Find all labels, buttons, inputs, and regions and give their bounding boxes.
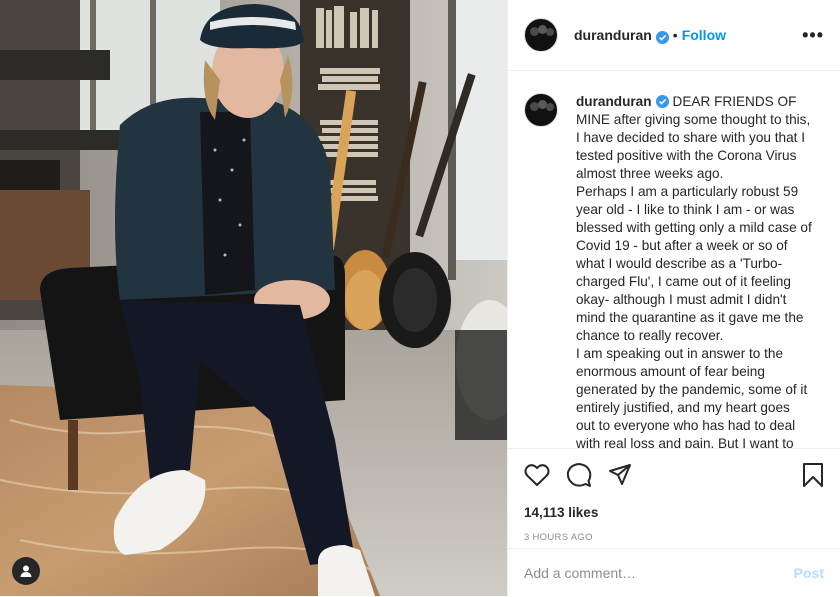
post-timestamp[interactable]: 3 HOURS AGO bbox=[524, 532, 824, 543]
user-tag-icon[interactable] bbox=[12, 557, 40, 585]
more-options-icon[interactable]: ••• bbox=[802, 25, 824, 46]
header-username[interactable]: duranduran bbox=[574, 27, 652, 43]
post-photo[interactable] bbox=[0, 0, 507, 596]
caption-paragraph-3: I am speaking out in answer to the enorm… bbox=[576, 346, 808, 448]
post-comment-button[interactable]: Post bbox=[794, 565, 824, 581]
post-header: duranduran • Follow ••• bbox=[508, 0, 840, 71]
bookmark-icon[interactable] bbox=[802, 462, 824, 488]
caption-area[interactable]: duranduran DEAR FRIENDS OF MINE after giv… bbox=[508, 71, 840, 448]
verified-badge-icon bbox=[655, 95, 669, 108]
likes-count[interactable]: 14,113 likes bbox=[524, 505, 824, 520]
comment-icon[interactable] bbox=[566, 462, 592, 488]
caption-paragraph-2: Perhaps I am a particularly robust 59 ye… bbox=[576, 184, 812, 343]
caption-avatar[interactable] bbox=[524, 93, 558, 127]
comment-bar: Post bbox=[508, 548, 840, 597]
verified-badge-icon bbox=[655, 30, 669, 44]
caption-username[interactable]: duranduran bbox=[576, 94, 652, 109]
separator-dot: • bbox=[672, 27, 678, 43]
share-icon[interactable] bbox=[608, 463, 632, 487]
post-actions: 14,113 likes 3 HOURS AGO bbox=[508, 448, 840, 548]
heart-icon[interactable] bbox=[524, 463, 550, 487]
caption-paragraph: duranduran DEAR FRIENDS OF MINE after giv… bbox=[576, 93, 812, 183]
caption-row: duranduran DEAR FRIENDS OF MINE after giv… bbox=[524, 93, 824, 448]
avatar[interactable] bbox=[524, 18, 558, 52]
photo-scene bbox=[0, 0, 507, 596]
action-icons bbox=[524, 461, 824, 489]
post-panel: duranduran • Follow ••• duranduran DEAR F… bbox=[507, 0, 840, 596]
caption-text: duranduran DEAR FRIENDS OF MINE after giv… bbox=[576, 93, 812, 448]
comment-input[interactable] bbox=[524, 565, 794, 581]
follow-button[interactable]: Follow bbox=[682, 27, 726, 43]
